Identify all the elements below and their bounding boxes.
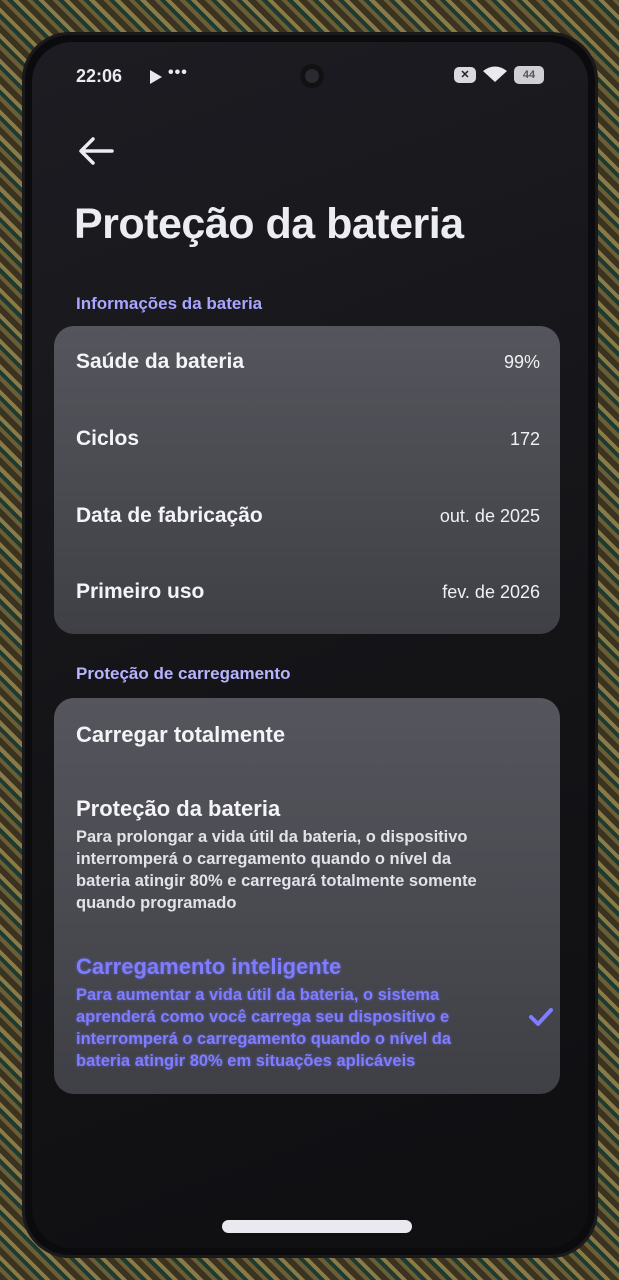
row-cycles[interactable]: Ciclos 172 — [76, 419, 540, 459]
option-title: Proteção da bateria — [76, 796, 281, 821]
page-title: Proteção da bateria — [74, 200, 464, 248]
more-notifications-icon: ••• — [168, 64, 188, 81]
row-label: Ciclos — [76, 427, 140, 450]
row-label: Saúde da bateria — [76, 350, 245, 373]
charging-protection-card: Carregar totalmente Proteção da bateria … — [54, 698, 560, 1094]
front-camera — [300, 64, 324, 88]
row-value: out. de 2025 — [439, 506, 540, 526]
option-full-charge[interactable]: Carregar totalmente — [76, 722, 540, 748]
battery-info-card: Saúde da bateria 99% Ciclos 172 Data de … — [54, 326, 560, 634]
section-label-battery-info: Informações da bateria — [76, 294, 263, 313]
option-battery-protection[interactable]: Proteção da bateria Para prolongar a vid… — [76, 796, 540, 914]
section-label-charging-protection: Proteção de carregamento — [76, 664, 291, 683]
row-label: Primeiro uso — [76, 580, 205, 603]
option-title: Carregar totalmente — [76, 722, 286, 747]
screen: 22:06 ••• ✕ 44 Proteção da bateria Infor… — [32, 42, 588, 1248]
wifi-icon — [483, 66, 507, 82]
status-time: 22:06 — [76, 66, 123, 86]
status-icons: ✕ 44 — [454, 66, 544, 84]
option-title: Carregamento inteligente — [76, 954, 342, 979]
row-value: 172 — [509, 429, 540, 449]
battery-icon: 44 — [514, 66, 544, 84]
row-first-use[interactable]: Primeiro uso fev. de 2026 — [76, 572, 540, 612]
row-label: Data de fabricação — [76, 504, 263, 527]
home-indicator[interactable] — [222, 1220, 412, 1233]
row-value: 99% — [503, 352, 540, 372]
row-value: fev. de 2026 — [442, 582, 540, 602]
option-description: Para aumentar a vida útil da bateria, o … — [76, 986, 451, 1070]
checkmark-icon — [529, 1008, 553, 1026]
phone-frame: 22:06 ••• ✕ 44 Proteção da bateria Infor… — [22, 32, 598, 1258]
vibrate-off-icon: ✕ — [454, 67, 476, 83]
row-manufacture-date[interactable]: Data de fabricação out. de 2025 — [76, 496, 540, 536]
play-icon — [150, 70, 162, 84]
row-battery-health[interactable]: Saúde da bateria 99% — [76, 342, 540, 382]
option-smart-charging[interactable]: Carregamento inteligente Para aumentar a… — [76, 954, 540, 1072]
option-description: Para prolongar a vida útil da bateria, o… — [76, 828, 477, 912]
back-arrow-icon[interactable] — [76, 134, 116, 168]
